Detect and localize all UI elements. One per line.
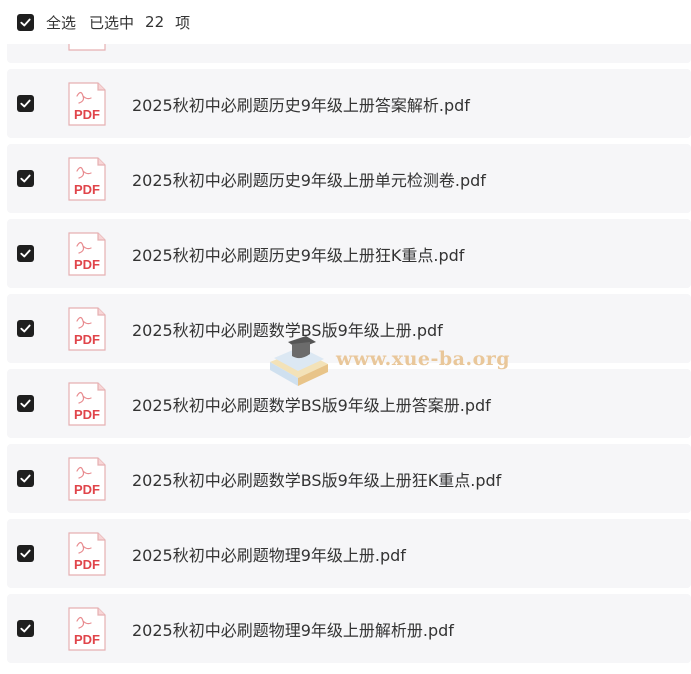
selected-count: 22	[145, 13, 165, 31]
file-row[interactable]: PDF 2025秋初中必刷题物理9年级上册.pdf	[7, 519, 691, 588]
checkmark-icon	[20, 249, 31, 258]
file-checkbox[interactable]	[17, 245, 34, 262]
file-name[interactable]: 2025秋初中必刷题历史9年级上册答案解析.pdf	[132, 92, 470, 116]
file-name[interactable]: 2025秋初中必刷题物理9年级上册.pdf	[132, 542, 406, 566]
file-row[interactable]: PDF 2025秋初中必刷题历史9年级上册单元检测卷.pdf	[7, 144, 691, 213]
file-name[interactable]: 2025秋初中必刷题数学BS版9年级上册狂K重点.pdf	[132, 467, 501, 491]
file-row[interactable]: PDF 2025秋初中必刷题历史9年级上册答案解析.pdf	[7, 69, 691, 138]
file-row[interactable]: PDF 2025秋初中必刷题数学BS版9年级上册狂K重点.pdf	[7, 444, 691, 513]
file-list: PDF 2025秋初中必刷题历史9年级上册答案解析.pdf PDF 2025秋初中必刷…	[7, 0, 691, 669]
pdf-badge-text: PDF	[74, 107, 100, 122]
file-selection-screen: PDF 2025秋初中必刷题历史9年级上册答案解析.pdf PDF 2025秋初中必刷…	[0, 0, 691, 674]
file-name[interactable]: 2025秋初中必刷题历史9年级上册单元检测卷.pdf	[132, 167, 486, 191]
file-name[interactable]: 2025秋初中必刷题物理9年级上册解析册.pdf	[132, 617, 454, 641]
file-row[interactable]: PDF 2025秋初中必刷题历史9年级上册狂K重点.pdf	[7, 219, 691, 288]
pdf-file-icon: PDF	[68, 531, 106, 576]
file-checkbox[interactable]	[17, 545, 34, 562]
selected-label: 已选中	[89, 13, 135, 32]
selected-unit: 项	[175, 13, 191, 32]
checkmark-icon	[20, 99, 31, 108]
pdf-file-icon: PDF	[68, 456, 106, 501]
file-checkbox[interactable]	[17, 620, 34, 637]
file-checkbox[interactable]	[17, 395, 34, 412]
checkmark-icon	[20, 474, 31, 483]
pdf-file-icon: PDF	[68, 306, 106, 351]
file-checkbox[interactable]	[17, 470, 34, 487]
pdf-badge-text: PDF	[74, 332, 100, 347]
pdf-badge-text: PDF	[74, 482, 100, 497]
file-name[interactable]: 2025秋初中必刷题历史9年级上册狂K重点.pdf	[132, 242, 464, 266]
file-name[interactable]: 2025秋初中必刷题数学BS版9年级上册答案册.pdf	[132, 392, 491, 416]
pdf-badge-text: PDF	[74, 632, 100, 647]
pdf-file-icon: PDF	[68, 381, 106, 426]
file-row[interactable]: PDF 2025秋初中必刷题数学BS版9年级上册答案册.pdf	[7, 369, 691, 438]
select-all-label[interactable]: 全选	[46, 12, 76, 33]
checkmark-icon	[20, 324, 31, 333]
pdf-file-icon: PDF	[68, 231, 106, 276]
checkmark-icon	[20, 399, 31, 408]
checkmark-icon	[20, 549, 31, 558]
pdf-file-icon: PDF	[68, 156, 106, 201]
file-checkbox[interactable]	[17, 95, 34, 112]
pdf-badge-text: PDF	[74, 257, 100, 272]
select-all-bar: 全选 已选中 22 项	[0, 0, 691, 44]
file-row[interactable]: PDF 2025秋初中必刷题物理9年级上册解析册.pdf	[7, 594, 691, 663]
checkmark-icon	[20, 174, 31, 183]
select-all-checkbox[interactable]	[17, 13, 34, 31]
pdf-badge-text: PDF	[74, 407, 100, 422]
file-checkbox[interactable]	[17, 170, 34, 187]
pdf-file-icon: PDF	[68, 81, 106, 126]
checkmark-icon	[20, 18, 31, 26]
checkmark-icon	[20, 624, 31, 633]
pdf-file-icon: PDF	[68, 606, 106, 651]
pdf-badge-text: PDF	[74, 557, 100, 572]
pdf-badge-text: PDF	[74, 182, 100, 197]
file-row[interactable]: PDF 2025秋初中必刷题数学BS版9年级上册.pdf	[7, 294, 691, 363]
file-name[interactable]: 2025秋初中必刷题数学BS版9年级上册.pdf	[132, 317, 443, 341]
file-checkbox[interactable]	[17, 320, 34, 337]
